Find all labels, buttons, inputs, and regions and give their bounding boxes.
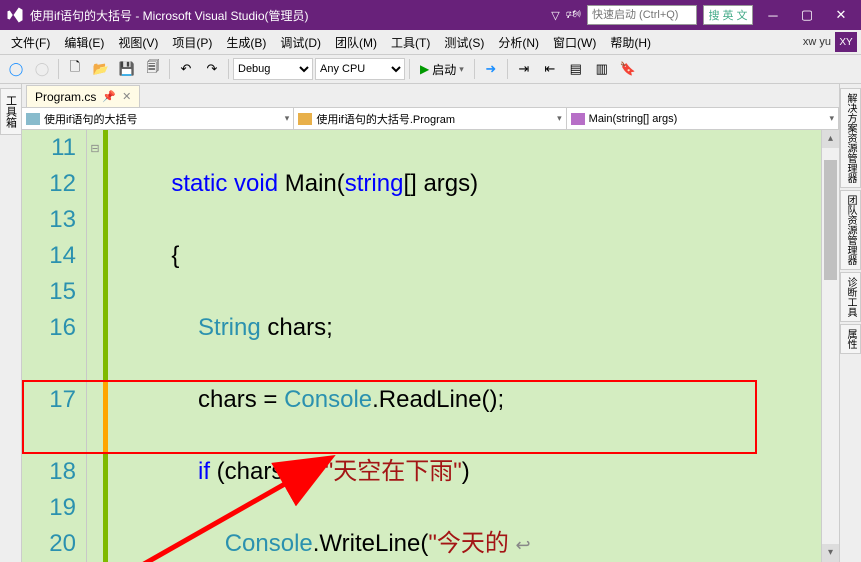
minimize-button[interactable]: ─ xyxy=(759,5,787,25)
class-icon xyxy=(298,113,312,125)
quick-launch-input[interactable] xyxy=(587,5,697,25)
menu-debug[interactable]: 调试(D) xyxy=(273,34,328,51)
left-sidebar: 工具箱 xyxy=(0,84,22,562)
open-button[interactable]: 📂 xyxy=(89,57,113,81)
code-editor[interactable]: 11121314151617181920 ⊟ static void Main(… xyxy=(22,130,839,562)
saveall-button[interactable]: 🗐 xyxy=(141,57,165,81)
menu-file[interactable]: 文件(F) xyxy=(4,34,57,51)
forward-button[interactable]: ◯ xyxy=(30,57,54,81)
tab-label: Program.cs xyxy=(35,90,96,104)
arrow-down-icon[interactable]: ▽ xyxy=(551,9,559,22)
toolbar: ◯ ◯ 🗋 📂 💾 🗐 ↶ ↷ Debug Any CPU ▶启动▾ ➜ ⇥ ⇤… xyxy=(0,54,861,84)
menu-help[interactable]: 帮助(H) xyxy=(603,34,658,51)
menubar: 文件(F) 编辑(E) 视图(V) 项目(P) 生成(B) 调试(D) 团队(M… xyxy=(0,30,861,54)
nav-bar: 使用if语句的大括号▾ 使用if语句的大括号.Program▾ Main(str… xyxy=(22,108,839,130)
scroll-up-button[interactable]: ▴ xyxy=(822,130,839,148)
fold-column: ⊟ xyxy=(87,130,103,562)
new-button[interactable]: 🗋 xyxy=(63,57,87,81)
line-numbers: 11121314151617181920 xyxy=(22,130,87,562)
user-avatar[interactable]: XY xyxy=(835,32,857,52)
file-tab[interactable]: Program.cs 📌 ✕ xyxy=(26,85,140,107)
scroll-down-button[interactable]: ▾ xyxy=(822,544,839,562)
menu-project[interactable]: 项目(P) xyxy=(165,34,219,51)
window-title: 使用if语句的大括号 - Microsoft Visual Studio(管理员… xyxy=(30,7,551,24)
vertical-scrollbar[interactable]: ▴ ▾ xyxy=(821,130,839,562)
feedback-icon[interactable]: 🕬 xyxy=(566,5,581,26)
user-name[interactable]: xw yu xyxy=(803,36,831,48)
step-button[interactable]: ➜ xyxy=(479,57,503,81)
platform-select[interactable]: Any CPU xyxy=(315,58,405,80)
menu-tools[interactable]: 工具(T) xyxy=(384,34,437,51)
csharp-icon xyxy=(26,113,40,125)
vs-logo-icon xyxy=(6,6,24,24)
titlebar: 使用if语句的大括号 - Microsoft Visual Studio(管理员… xyxy=(0,0,861,30)
menu-build[interactable]: 生成(B) xyxy=(219,34,273,51)
scope-select[interactable]: 使用if语句的大括号▾ xyxy=(22,108,294,129)
config-select[interactable]: Debug xyxy=(233,58,313,80)
fold-marker[interactable]: ⊟ xyxy=(87,130,103,166)
close-button[interactable]: ✕ xyxy=(827,5,855,25)
uncomment-button[interactable]: ▥ xyxy=(590,57,614,81)
bookmark-button[interactable]: 🔖 xyxy=(616,57,640,81)
code-text[interactable]: static void Main(string[] args) { String… xyxy=(108,130,821,562)
redo-button[interactable]: ↷ xyxy=(200,57,224,81)
menu-view[interactable]: 视图(V) xyxy=(111,34,165,51)
indent-button[interactable]: ⇥ xyxy=(512,57,536,81)
team-explorer-tab[interactable]: 团队资源管理器 xyxy=(840,190,861,270)
save-button[interactable]: 💾 xyxy=(115,57,139,81)
properties-tab[interactable]: 属性 xyxy=(840,324,861,354)
back-button[interactable]: ◯ xyxy=(4,57,28,81)
toolbox-tab[interactable]: 工具箱 xyxy=(0,88,22,135)
undo-button[interactable]: ↶ xyxy=(174,57,198,81)
wrap-icon: ↩ xyxy=(516,535,531,555)
solution-explorer-tab[interactable]: 解决方案资源管理器 xyxy=(840,88,861,188)
comment-button[interactable]: ▤ xyxy=(564,57,588,81)
tab-close-icon[interactable]: ✕ xyxy=(122,90,131,103)
outdent-button[interactable]: ⇤ xyxy=(538,57,562,81)
ime-indicator[interactable]: 搜 英 文 xyxy=(703,5,753,25)
menu-analyze[interactable]: 分析(N) xyxy=(491,34,546,51)
maximize-button[interactable]: ▢ xyxy=(793,5,821,25)
class-select[interactable]: 使用if语句的大括号.Program▾ xyxy=(294,108,566,129)
method-select[interactable]: Main(string[] args)▾ xyxy=(567,108,839,129)
method-icon xyxy=(571,113,585,125)
menu-team[interactable]: 团队(M) xyxy=(328,34,384,51)
scroll-thumb[interactable] xyxy=(824,160,837,280)
editor-area: Program.cs 📌 ✕ 使用if语句的大括号▾ 使用if语句的大括号.Pr… xyxy=(22,84,839,562)
right-sidebar: 解决方案资源管理器 团队资源管理器 诊断工具 属性 xyxy=(839,84,861,562)
menu-test[interactable]: 测试(S) xyxy=(437,34,491,51)
start-button[interactable]: ▶启动▾ xyxy=(414,61,470,78)
pin-icon[interactable]: 📌 xyxy=(102,90,116,103)
tab-row: Program.cs 📌 ✕ xyxy=(22,84,839,108)
diagnostics-tab[interactable]: 诊断工具 xyxy=(840,272,861,322)
menu-edit[interactable]: 编辑(E) xyxy=(57,34,111,51)
menu-window[interactable]: 窗口(W) xyxy=(546,34,603,51)
